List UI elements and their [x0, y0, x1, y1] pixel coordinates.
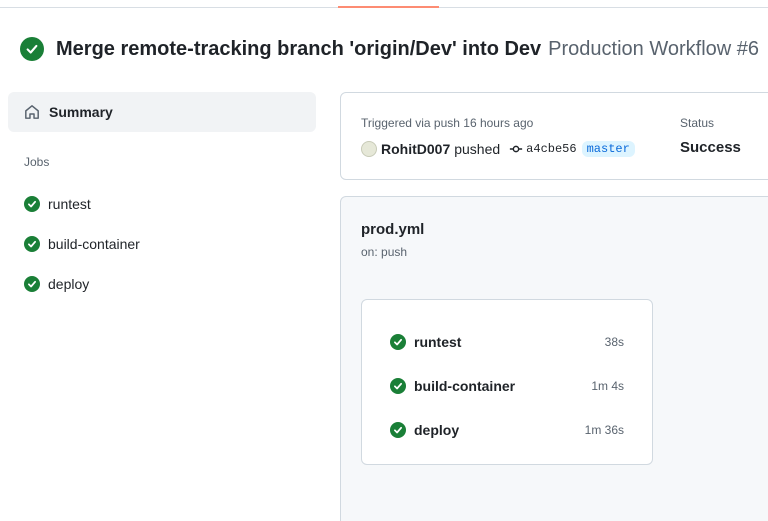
- graph-job-build-container[interactable]: build-container 1m 4s: [362, 364, 652, 408]
- graph-job-duration: 38s: [604, 335, 624, 349]
- graph-job-label: build-container: [414, 378, 516, 394]
- trigger-label: Triggered via push 16 hours ago: [361, 116, 534, 130]
- run-info-card: Triggered via push 16 hours ago RohitD00…: [340, 92, 768, 180]
- branch-badge[interactable]: master: [581, 141, 635, 157]
- check-circle-fill-icon: [390, 422, 406, 438]
- active-tab-underline: [338, 6, 439, 8]
- graph-job-label: deploy: [414, 422, 460, 438]
- trigger-row: RohitD007 pushed a4cbe56 master: [361, 140, 635, 158]
- git-commit-icon: [509, 142, 523, 156]
- sidebar-job-list: runtest build-container deploy: [8, 184, 316, 304]
- action-text: pushed: [454, 141, 501, 157]
- check-circle-fill-icon: [24, 276, 40, 292]
- sidebar-job-label: runtest: [48, 196, 91, 212]
- sidebar-job-build-container[interactable]: build-container: [8, 224, 316, 264]
- workflow-trigger-event: on: push: [361, 245, 408, 259]
- actor-link[interactable]: RohitD007: [381, 141, 450, 157]
- check-circle-fill-icon: [20, 37, 44, 61]
- run-title: Merge remote-tracking branch 'origin/Dev…: [56, 37, 542, 60]
- sidebar-job-label: build-container: [48, 236, 140, 252]
- graph-job-label: runtest: [414, 334, 462, 350]
- sidebar-job-deploy[interactable]: deploy: [8, 264, 316, 304]
- check-circle-fill-icon: [390, 334, 406, 350]
- job-group-box: runtest 38s build-container 1m 4s deploy…: [361, 299, 653, 465]
- sidebar-item-summary[interactable]: Summary: [8, 92, 316, 132]
- status-label: Status: [680, 116, 715, 130]
- jobs-heading: Jobs: [24, 155, 50, 169]
- workflow-file-name: prod.yml: [361, 221, 425, 238]
- graph-job-deploy[interactable]: deploy 1m 36s: [362, 408, 652, 452]
- check-circle-fill-icon: [24, 236, 40, 252]
- graph-job-runtest[interactable]: runtest 38s: [362, 320, 652, 364]
- status-value: Success: [680, 139, 741, 156]
- sidebar-job-label: deploy: [48, 276, 90, 292]
- sidebar-item-label: Summary: [49, 104, 113, 120]
- workflow-run-name[interactable]: Production Workflow #6: [548, 38, 759, 61]
- sidebar-job-runtest[interactable]: runtest: [8, 184, 316, 224]
- check-circle-fill-icon: [390, 378, 406, 394]
- commit-sha-link[interactable]: a4cbe56: [526, 142, 576, 156]
- graph-job-duration: 1m 36s: [584, 423, 624, 437]
- run-sidebar: Summary Jobs runtest build-container dep…: [8, 92, 316, 304]
- top-nav-bar: [0, 0, 768, 8]
- check-circle-fill-icon: [24, 196, 40, 212]
- home-icon: [23, 103, 41, 121]
- graph-job-duration: 1m 4s: [591, 379, 624, 393]
- workflow-graph-panel: prod.yml on: push runtest 38s build-cont…: [340, 196, 768, 521]
- run-title-row: Merge remote-tracking branch 'origin/Dev…: [20, 36, 759, 62]
- avatar[interactable]: [361, 141, 377, 157]
